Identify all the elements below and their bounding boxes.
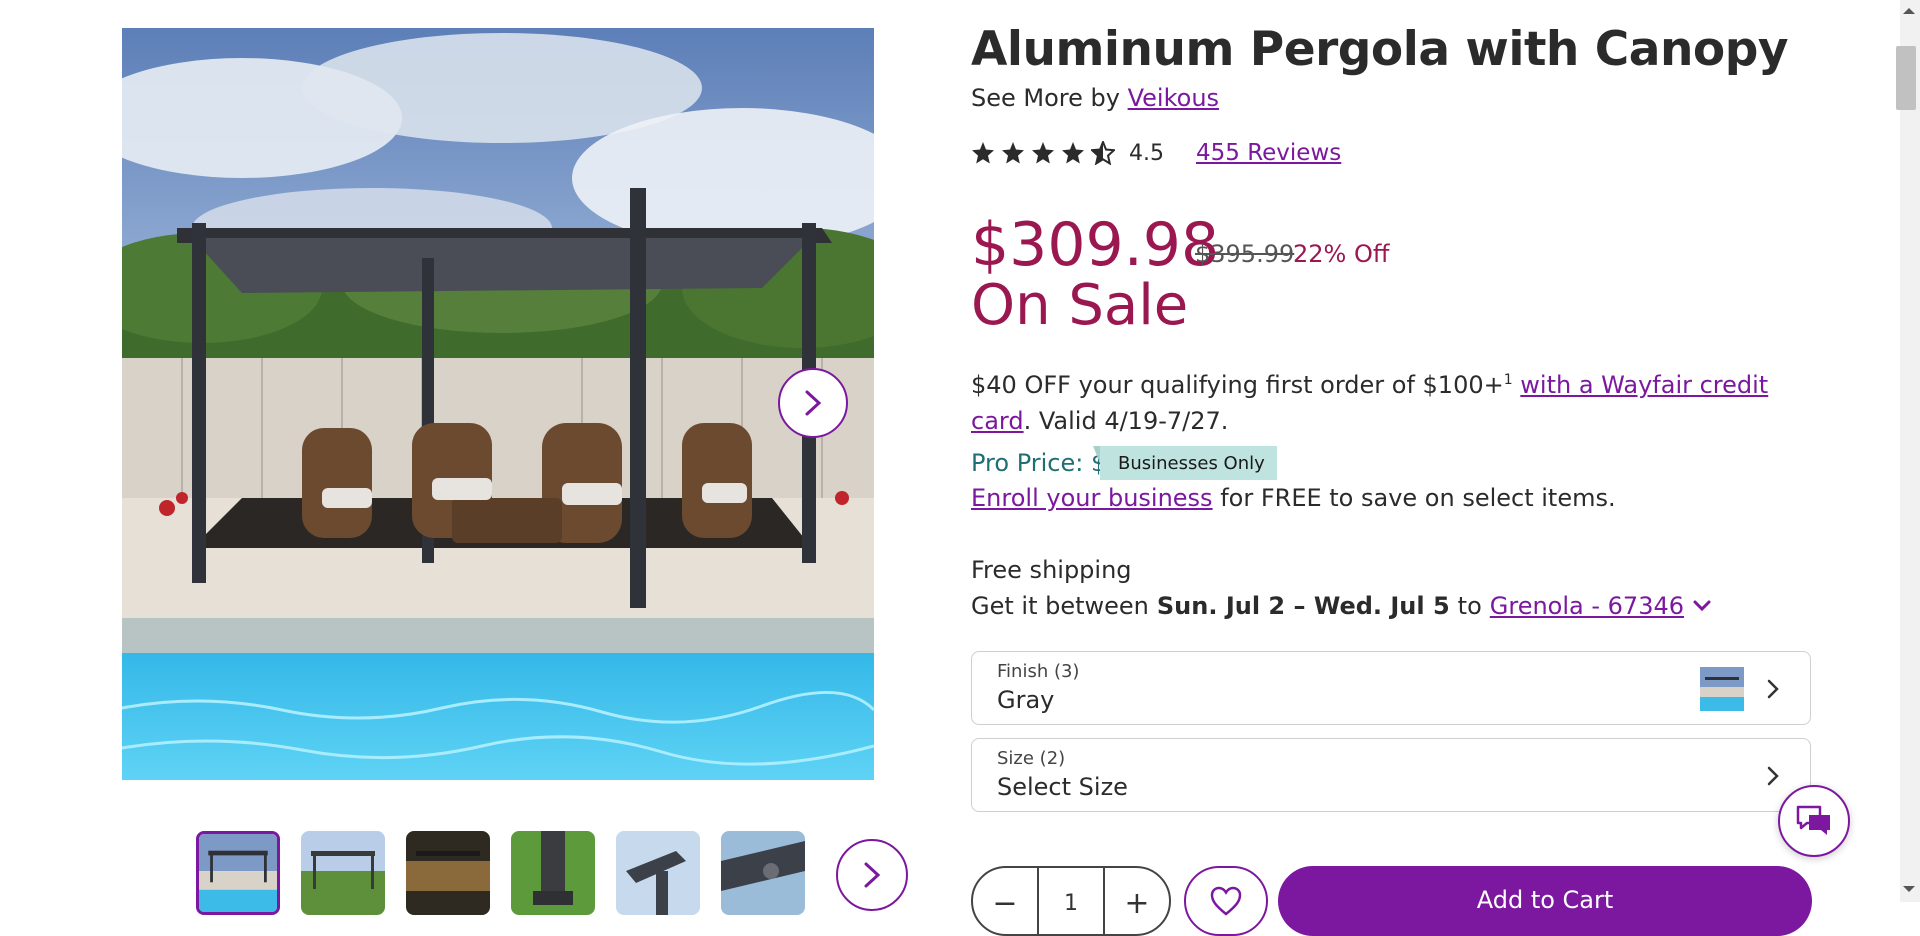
rating-row: 4.5 455 Reviews <box>971 138 1341 168</box>
chevron-right-icon <box>864 862 881 888</box>
rating-stars <box>971 141 1115 165</box>
chevron-right-icon <box>1767 766 1779 786</box>
delivery-prefix: Get it between <box>971 592 1149 620</box>
promo-text: $40 OFF your qualifying first order of $… <box>971 371 1504 399</box>
enroll-business-link[interactable]: Enroll your business <box>971 484 1213 512</box>
star-icon <box>1062 142 1084 164</box>
brand-link[interactable]: Veikous <box>1128 84 1219 112</box>
thumbnail-1[interactable] <box>196 831 280 915</box>
size-value: Select Size <box>997 773 1128 801</box>
star-icon <box>1002 142 1024 164</box>
enroll-text: for FREE to save on select items. <box>1220 484 1616 512</box>
product-title: Aluminum Pergola with Canopy <box>971 22 1788 77</box>
chat-button[interactable] <box>1778 785 1850 857</box>
next-image-button[interactable] <box>778 368 848 438</box>
thumbnail-2[interactable] <box>301 831 385 915</box>
on-sale-label: On Sale <box>971 273 1189 338</box>
finish-swatch <box>1700 667 1744 711</box>
delivery-dates: Sun. Jul 2 – Wed. Jul 5 <box>1156 592 1450 620</box>
thumbnails-next-button[interactable] <box>836 839 908 911</box>
finish-value: Gray <box>997 686 1055 714</box>
increase-quantity-button[interactable]: + <box>1105 868 1169 934</box>
promo-footnote: 1 <box>1503 372 1513 388</box>
half-star-icon <box>1091 141 1115 165</box>
thumbnail-5[interactable] <box>616 831 700 915</box>
scroll-down-arrow-icon[interactable] <box>1903 886 1915 892</box>
credit-card-promo: $40 OFF your qualifying first order of $… <box>971 362 1811 439</box>
page-scrollbar[interactable] <box>1900 0 1920 902</box>
finish-label: Finish (3) <box>997 661 1080 682</box>
size-label: Size (2) <box>997 748 1066 769</box>
discount-label: 22% Off <box>1293 240 1390 268</box>
scrollbar-thumb[interactable] <box>1896 46 1916 110</box>
reviews-link[interactable]: 455 Reviews <box>1196 140 1341 166</box>
chevron-down-icon[interactable] <box>1692 599 1712 613</box>
star-icon <box>1032 142 1054 164</box>
add-to-cart-button[interactable]: Add to Cart <box>1278 866 1812 936</box>
thumbnail-6[interactable] <box>721 831 805 915</box>
delivery-location-link[interactable]: Grenola - 67346 <box>1490 592 1684 620</box>
heart-icon <box>1210 886 1242 916</box>
sale-price: $309.98 <box>971 210 1220 280</box>
thumbnail-3[interactable] <box>406 831 490 915</box>
see-more-by: See More by Veikous <box>971 84 1219 112</box>
see-more-prefix: See More by <box>971 84 1120 112</box>
size-selector[interactable]: Size (2) Select Size <box>971 738 1811 812</box>
scroll-up-arrow-icon[interactable] <box>1903 8 1915 14</box>
was-price: $395.99 <box>1195 240 1295 268</box>
chevron-right-icon <box>805 390 822 416</box>
main-product-image[interactable] <box>122 28 874 780</box>
enroll-row: Enroll your business for FREE to save on… <box>971 484 1616 512</box>
decrease-quantity-button[interactable]: − <box>973 868 1037 934</box>
thumbnail-4[interactable] <box>511 831 595 915</box>
chat-icon <box>1796 805 1830 835</box>
star-icon <box>972 142 994 164</box>
delivery-to: to <box>1457 592 1482 620</box>
quantity-stepper: − 1 + <box>971 866 1171 936</box>
delivery-estimate: Get it between Sun. Jul 2 – Wed. Jul 5 t… <box>971 592 1712 620</box>
favorite-button[interactable] <box>1184 866 1268 936</box>
promo-validity: . Valid 4/19-7/27. <box>1023 407 1229 435</box>
rating-value: 4.5 <box>1129 140 1164 166</box>
quantity-input[interactable]: 1 <box>1037 868 1105 934</box>
finish-selector[interactable]: Finish (3) Gray <box>971 651 1811 725</box>
businesses-only-badge: Businesses Only <box>1100 446 1277 480</box>
pro-price-label: Pro Price: $ <box>971 449 1107 477</box>
chevron-right-icon <box>1767 679 1779 699</box>
free-shipping: Free shipping <box>971 556 1132 584</box>
